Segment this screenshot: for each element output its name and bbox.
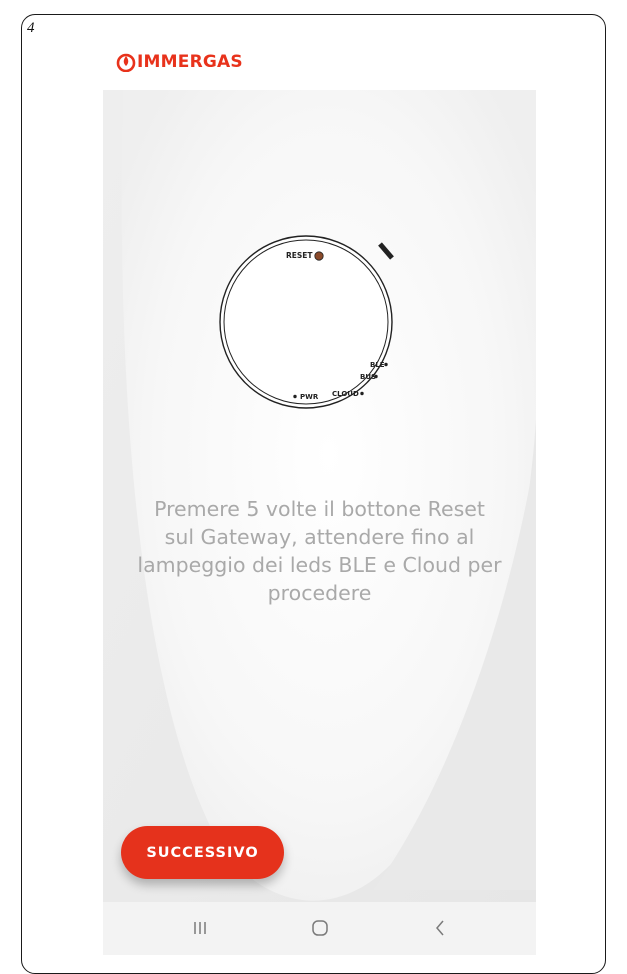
home-icon <box>312 920 328 936</box>
reset-label: RESET <box>286 251 313 260</box>
next-button[interactable]: SUCCESSIVO <box>121 826 284 879</box>
back-icon <box>436 920 444 936</box>
bus-led-icon <box>374 374 378 379</box>
gateway-device-illustration: RESET BLE BUS PWR CLOUD <box>219 235 394 409</box>
instruction-line: procedere <box>267 581 372 605</box>
pwr-led-icon <box>293 394 297 399</box>
led-label-bus: BUS <box>360 373 376 381</box>
reset-button-icon <box>314 251 324 261</box>
instruction-line: lampeggio dei leds BLE e Cloud per <box>137 553 502 577</box>
led-label-ble: BLE <box>370 361 385 369</box>
led-label-cloud: CLOUD <box>332 390 359 398</box>
home-button[interactable] <box>305 916 335 940</box>
brand-logo: IMMERGAS <box>116 50 243 74</box>
led-label-pwr: PWR <box>300 393 319 401</box>
ble-led-icon <box>384 362 388 367</box>
instruction-line: Premere 5 volte il bottone Reset <box>154 497 485 521</box>
instruction-text: Premere 5 volte il bottone Reset sul Gat… <box>103 495 536 607</box>
cloud-led-icon <box>360 391 364 396</box>
flame-logo-icon <box>116 53 136 72</box>
recents-button[interactable] <box>185 916 215 940</box>
instruction-line: sul Gateway, attendere fino al <box>164 525 475 549</box>
brand-name: IMMERGAS <box>137 52 243 72</box>
back-button[interactable] <box>425 916 455 940</box>
page-number: 4 <box>27 20 35 36</box>
system-navigation-bar <box>103 902 536 955</box>
recents-icon <box>194 922 206 934</box>
phone-screen: RESET BLE BUS PWR CLOUD Premere 5 volte … <box>103 90 536 955</box>
